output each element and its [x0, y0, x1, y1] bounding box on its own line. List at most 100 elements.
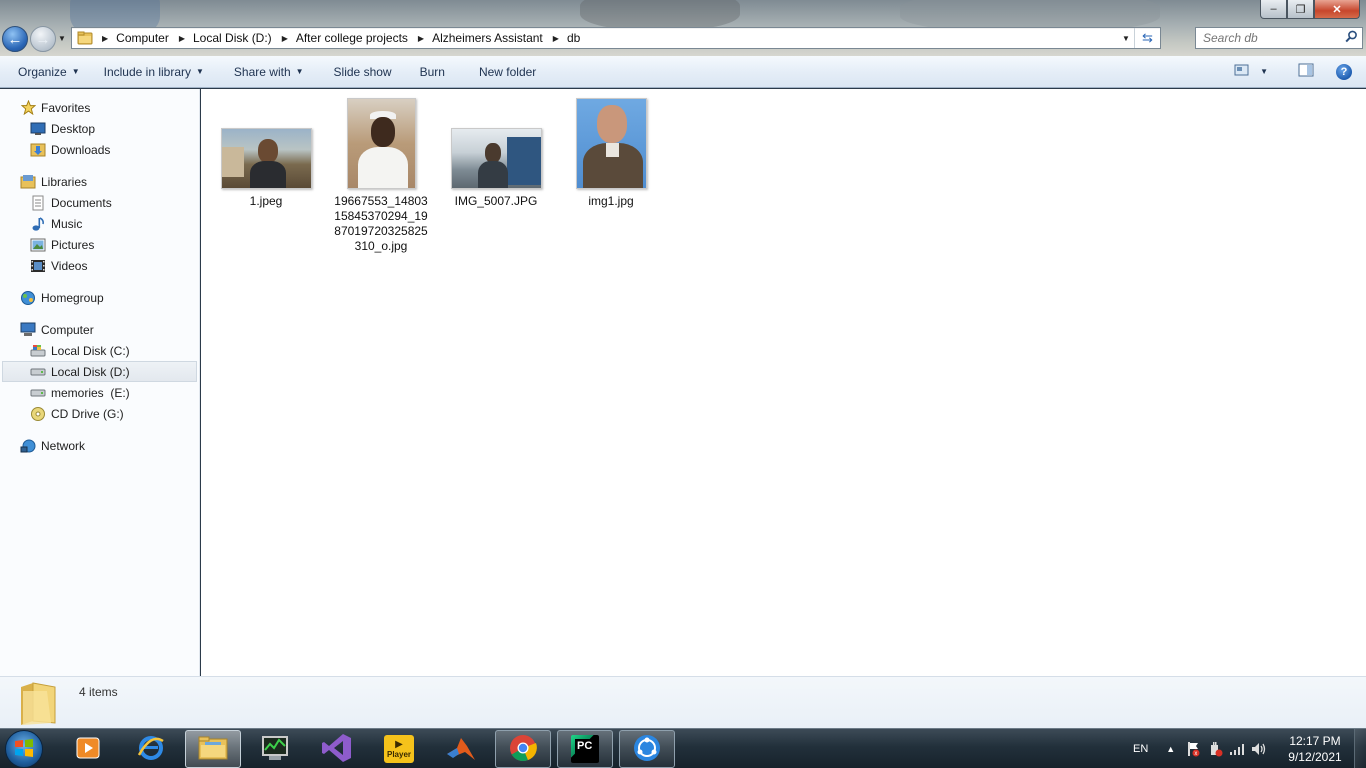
chevron-down-icon[interactable]: ▼: [1260, 67, 1268, 76]
maximize-button[interactable]: ❐: [1287, 0, 1314, 19]
show-hidden-icons-button[interactable]: ▲: [1166, 744, 1175, 754]
language-indicator[interactable]: EN: [1133, 743, 1148, 755]
clock-date: 9/12/2021: [1288, 750, 1342, 764]
nav-favorites[interactable]: Favorites: [0, 97, 199, 118]
refresh-button[interactable]: ⇆: [1134, 28, 1160, 48]
svg-text:x: x: [1195, 751, 1198, 757]
taskbar-shareit[interactable]: [619, 730, 675, 768]
taskbar-task-manager[interactable]: [247, 730, 303, 768]
breadcrumb-alzheimers-assistant[interactable]: Alzheimers Assistant: [432, 31, 543, 45]
new-folder-button[interactable]: New folder: [470, 60, 545, 84]
thumbnail-face: [484, 143, 501, 163]
windows-logo-icon: [13, 737, 35, 762]
help-icon[interactable]: ?: [1336, 63, 1352, 80]
preview-pane-button[interactable]: [1294, 61, 1318, 83]
favorites-group: Favorites Desktop Downloads: [0, 97, 199, 160]
file-list[interactable]: 1.jpeg 19667553_1480315845370294_1987019…: [201, 89, 1366, 676]
internet-explorer-icon: [136, 733, 166, 766]
thumbnail-face: [370, 117, 395, 147]
thumbnail-face: [257, 139, 278, 163]
pycharm-label: PC: [577, 740, 593, 752]
view-options-icon: [1234, 63, 1250, 80]
nav-downloads[interactable]: Downloads: [0, 139, 199, 160]
taskbar-kmplayer[interactable]: ▶ Player: [371, 730, 427, 768]
background-decoration: [580, 0, 740, 30]
change-view-button[interactable]: ▼: [1230, 61, 1272, 83]
include-in-library-menu[interactable]: Include in library ▼: [95, 60, 213, 84]
breadcrumb-local-disk-d[interactable]: Local Disk (D:): [193, 31, 272, 45]
breadcrumb-separator[interactable]: ▶: [272, 34, 296, 43]
navigation-pane: Favorites Desktop Downloads Libraries Do…: [0, 89, 200, 676]
nav-memories-e[interactable]: memories (E:): [0, 382, 199, 403]
nav-downloads-label: Downloads: [51, 142, 111, 157]
breadcrumb-computer[interactable]: Computer: [116, 31, 169, 45]
share-with-label: Share with: [233, 64, 291, 79]
window-caption-buttons: – ❐ ✕: [1260, 0, 1360, 20]
nav-libraries[interactable]: Libraries: [0, 171, 199, 192]
nav-pictures[interactable]: Pictures: [0, 234, 199, 255]
computer-group: Computer Local Disk (C:) Local Disk (D:)…: [0, 319, 199, 424]
nav-computer-label: Computer: [41, 322, 94, 337]
search-input[interactable]: [1203, 31, 1343, 45]
nav-cd-drive-g[interactable]: CD Drive (G:): [0, 403, 199, 424]
file-item[interactable]: img1.jpg: [561, 97, 661, 209]
file-item[interactable]: 19667553_1480315845370294_19870197203258…: [331, 97, 431, 254]
window-titlebar[interactable]: – ❐ ✕ ← → ▼ ▶ Computer ▶ Local Disk (D:)…: [0, 0, 1366, 56]
nav-homegroup[interactable]: Homegroup: [0, 287, 199, 308]
nav-computer[interactable]: Computer: [0, 319, 199, 340]
kmplayer-label: Player: [386, 749, 412, 759]
breadcrumb-after-college-projects[interactable]: After college projects: [296, 31, 408, 45]
breadcrumb-separator[interactable]: ▶: [408, 34, 432, 43]
show-desktop-button[interactable]: [1354, 729, 1366, 768]
taskbar-internet-explorer[interactable]: [123, 730, 179, 768]
downloads-folder-icon: [30, 142, 46, 158]
back-button[interactable]: ←: [2, 26, 28, 52]
search-box[interactable]: [1195, 27, 1363, 49]
file-item[interactable]: IMG_5007.JPG: [446, 97, 546, 209]
volume-icon[interactable]: [1251, 741, 1267, 757]
file-item[interactable]: 1.jpeg: [216, 97, 316, 209]
nav-network[interactable]: Network: [0, 435, 199, 456]
start-button[interactable]: [5, 730, 43, 768]
share-with-menu[interactable]: Share with ▼: [225, 60, 313, 84]
clock[interactable]: 12:17 PM 9/12/2021: [1280, 733, 1350, 765]
view-controls: ▼ ?: [1230, 61, 1366, 83]
taskbar-google-chrome[interactable]: [495, 730, 551, 768]
breadcrumb-db[interactable]: db: [567, 31, 580, 45]
burn-button[interactable]: Burn: [411, 60, 454, 84]
taskbar-windows-explorer[interactable]: [185, 730, 241, 768]
chevron-down-icon: ▼: [295, 67, 304, 76]
taskbar-media-player[interactable]: [60, 730, 116, 768]
nav-local-disk-c[interactable]: Local Disk (C:): [0, 340, 199, 361]
libraries-group: Libraries Documents Music Pictures Video…: [0, 171, 199, 276]
organize-menu[interactable]: Organize ▼: [9, 60, 89, 84]
taskbar-pycharm[interactable]: PC: [557, 730, 613, 768]
nav-videos[interactable]: Videos: [0, 255, 199, 276]
signal-icon[interactable]: [1229, 741, 1245, 757]
search-icon[interactable]: [1345, 30, 1358, 46]
close-button[interactable]: ✕: [1314, 0, 1360, 19]
address-bar[interactable]: ▶ Computer ▶ Local Disk (D:) ▶ After col…: [71, 27, 1161, 49]
nav-music[interactable]: Music: [0, 213, 199, 234]
taskbar-matlab[interactable]: [433, 730, 489, 768]
taskbar-visual-studio[interactable]: [309, 730, 365, 768]
nav-documents[interactable]: Documents: [0, 192, 199, 213]
nav-local-disk-c-label: Local Disk (C:): [51, 343, 130, 358]
matlab-icon: [445, 734, 477, 765]
music-icon: [30, 216, 46, 232]
power-icon[interactable]: [1207, 741, 1223, 757]
nav-cd-drive-g-label: CD Drive (G:): [51, 406, 124, 421]
nav-desktop[interactable]: Desktop: [0, 118, 199, 139]
thumbnail-body: [249, 161, 286, 188]
breadcrumb-separator[interactable]: ▶: [169, 34, 193, 43]
minimize-button[interactable]: –: [1260, 0, 1287, 19]
breadcrumb-separator[interactable]: ▶: [98, 34, 116, 43]
recent-pages-dropdown[interactable]: ▼: [58, 34, 66, 43]
action-center-icon[interactable]: x: [1185, 741, 1201, 757]
nav-homegroup-label: Homegroup: [41, 290, 104, 305]
nav-local-disk-d[interactable]: Local Disk (D:): [2, 361, 197, 382]
slide-show-button[interactable]: Slide show: [325, 60, 401, 84]
address-history-dropdown[interactable]: ▼: [1118, 34, 1134, 43]
forward-button[interactable]: →: [30, 26, 56, 52]
breadcrumb-separator[interactable]: ▶: [543, 34, 567, 43]
